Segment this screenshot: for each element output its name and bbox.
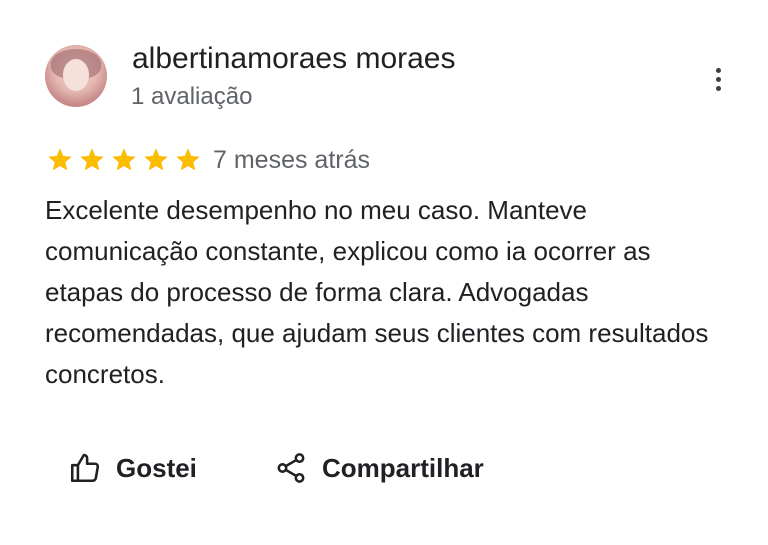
star-icon <box>174 146 202 174</box>
review-text: Excelente desempenho no meu caso. Mantev… <box>45 195 709 389</box>
review-card: albertinamoraes moraes 1 avaliação 7 mes… <box>0 0 768 545</box>
share-label: Compartilhar <box>322 452 484 483</box>
like-button[interactable]: Gostei <box>68 446 197 490</box>
star-rating <box>46 146 202 174</box>
reviewer-review-count[interactable]: 1 avaliação <box>131 82 252 112</box>
more-vert-icon[interactable] <box>706 64 730 96</box>
review-time: 7 meses atrás <box>213 146 371 174</box>
share-button[interactable]: Compartilhar <box>274 446 484 490</box>
like-label: Gostei <box>116 452 197 483</box>
share-icon <box>274 451 308 485</box>
star-icon <box>110 146 138 174</box>
reviewer-name[interactable]: albertinamoraes moraes <box>132 41 455 77</box>
star-icon <box>142 146 170 174</box>
star-icon <box>78 146 106 174</box>
star-icon <box>46 146 74 174</box>
thumbs-up-icon <box>68 451 102 485</box>
avatar[interactable] <box>45 45 107 107</box>
avatar-face <box>63 59 89 91</box>
